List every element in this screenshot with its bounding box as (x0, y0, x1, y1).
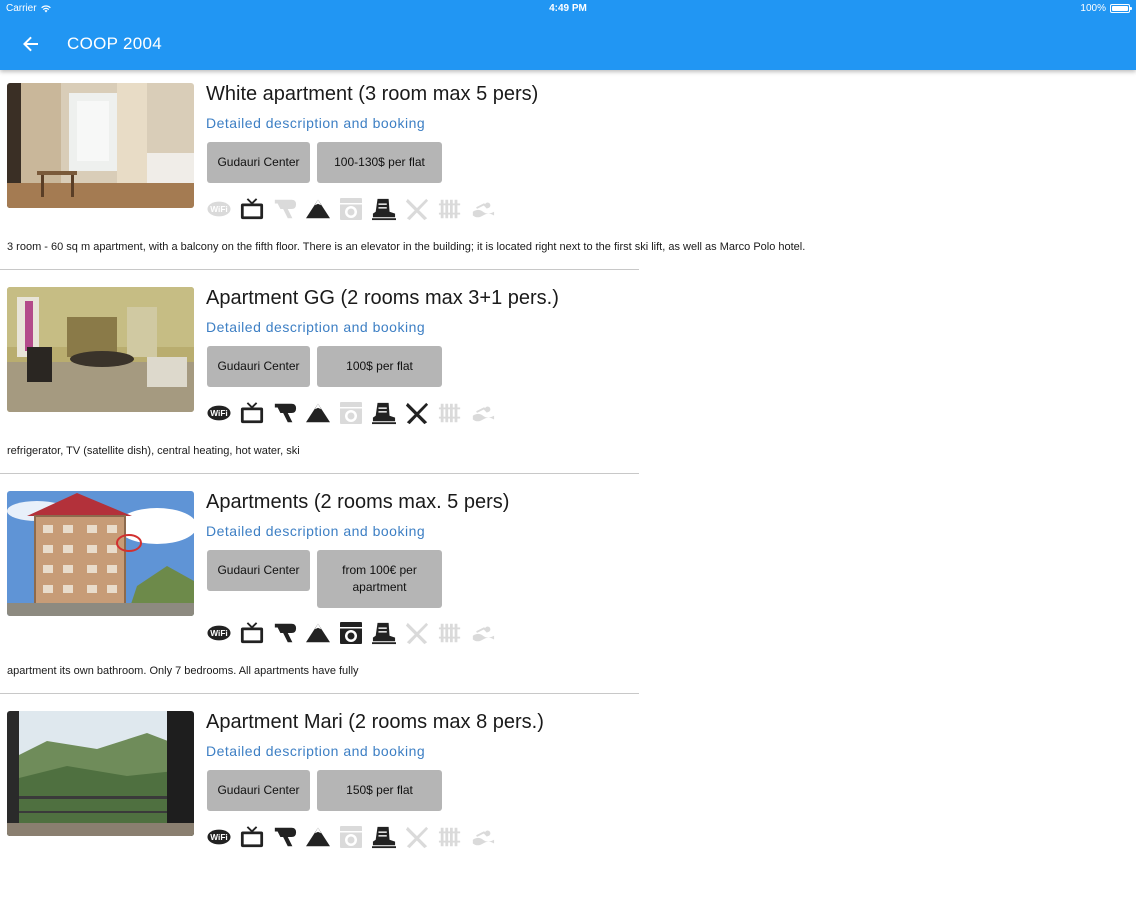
listing-card: White apartment (3 room max 5 pers) Deta… (0, 70, 1136, 274)
status-bar: Carrier 4:49 PM 100% (0, 0, 1136, 18)
app-bar: Carrier 4:49 PM 100% COOP 2004 (0, 0, 1136, 70)
heating-icon (438, 825, 462, 849)
washing-machine-icon (339, 825, 363, 849)
washing-machine-icon (339, 197, 363, 221)
listing-card: Apartment GG (2 rooms max 3+1 pers.) Det… (0, 274, 1136, 478)
kitchen-icon (405, 825, 429, 849)
location-chip[interactable]: Gudauri Center (207, 770, 310, 811)
kitchen-icon (405, 401, 429, 425)
booking-link[interactable]: Detailed description and booking (206, 743, 425, 759)
battery-percent: 100% (1080, 3, 1106, 14)
amenity-icons: WiFi (207, 621, 495, 645)
listing-title: Apartments (2 rooms max. 5 pers) (206, 491, 510, 513)
wifi-icon: WiFi (207, 825, 231, 849)
booking-link[interactable]: Detailed description and booking (206, 115, 425, 131)
hair-dryer-icon (273, 197, 297, 221)
divider (0, 269, 639, 270)
svg-text:WiFi: WiFi (210, 204, 227, 214)
listing-photo[interactable] (7, 287, 194, 412)
location-chip[interactable]: Gudauri Center (207, 550, 310, 591)
sauna-icon (471, 197, 495, 221)
page-title: COOP 2004 (67, 34, 162, 53)
washing-machine-icon (339, 621, 363, 645)
location-chip[interactable]: Gudauri Center (207, 142, 310, 183)
listing-description: 3 room - 60 sq m apartment, with a balco… (7, 241, 806, 253)
listing-title: White apartment (3 room max 5 pers) (206, 83, 539, 105)
sauna-icon (471, 401, 495, 425)
amenity-icons: WiFi (207, 825, 495, 849)
ski-boot-icon (372, 401, 396, 425)
listing-title: Apartment GG (2 rooms max 3+1 pers.) (206, 287, 559, 309)
battery-fill (1112, 6, 1128, 11)
wifi-icon: WiFi (207, 197, 231, 221)
listing-card: Apartment Mari (2 rooms max 8 pers.) Det… (0, 698, 1136, 902)
heating-icon (438, 401, 462, 425)
wifi-icon: WiFi (207, 621, 231, 645)
svg-text:WiFi: WiFi (210, 832, 227, 842)
amenity-icons: WiFi (207, 197, 495, 221)
tv-icon (240, 197, 264, 221)
sauna-icon (471, 825, 495, 849)
clock: 4:49 PM (549, 3, 587, 14)
listing-card: Apartments (2 rooms max. 5 pers) Detaile… (0, 478, 1136, 698)
tv-icon (240, 825, 264, 849)
listing-photo[interactable] (7, 491, 194, 616)
hair-dryer-icon (273, 621, 297, 645)
listing-list: White apartment (3 room max 5 pers) Deta… (0, 70, 1136, 902)
wifi-icon: WiFi (207, 401, 231, 425)
battery-icon (1110, 4, 1132, 13)
location-chip[interactable]: Gudauri Center (207, 346, 310, 387)
booking-link[interactable]: Detailed description and booking (206, 523, 425, 539)
hair-dryer-icon (273, 401, 297, 425)
tv-icon (240, 621, 264, 645)
kitchen-icon (405, 197, 429, 221)
listing-description: refrigerator, TV (satellite dish), centr… (7, 445, 300, 457)
heating-icon (438, 197, 462, 221)
mountain-icon (306, 197, 330, 221)
listing-description: apartment its own bathroom. Only 7 bedro… (7, 665, 359, 677)
svg-text:WiFi: WiFi (210, 408, 227, 418)
sauna-icon (471, 621, 495, 645)
listing-photo[interactable] (7, 83, 194, 208)
arrow-left-icon (23, 36, 38, 52)
mountain-icon (306, 621, 330, 645)
ski-boot-icon (372, 621, 396, 645)
ski-boot-icon (372, 197, 396, 221)
price-chip[interactable]: 100$ per flat (317, 346, 442, 387)
price-chip[interactable]: from 100€ per apartment (317, 550, 442, 608)
mountain-icon (306, 825, 330, 849)
heating-icon (438, 621, 462, 645)
svg-text:WiFi: WiFi (210, 628, 227, 638)
hair-dryer-icon (273, 825, 297, 849)
amenity-icons: WiFi (207, 401, 495, 425)
booking-link[interactable]: Detailed description and booking (206, 319, 425, 335)
mountain-icon (306, 401, 330, 425)
price-chip[interactable]: 150$ per flat (317, 770, 442, 811)
listing-photo[interactable] (7, 711, 194, 836)
listing-title: Apartment Mari (2 rooms max 8 pers.) (206, 711, 544, 733)
divider (0, 693, 639, 694)
washing-machine-icon (339, 401, 363, 425)
divider (0, 473, 639, 474)
tv-icon (240, 401, 264, 425)
price-chip[interactable]: 100-130$ per flat (317, 142, 442, 183)
ski-boot-icon (372, 825, 396, 849)
kitchen-icon (405, 621, 429, 645)
back-button[interactable] (16, 30, 46, 58)
battery-indicator: 100% (1080, 3, 1132, 14)
